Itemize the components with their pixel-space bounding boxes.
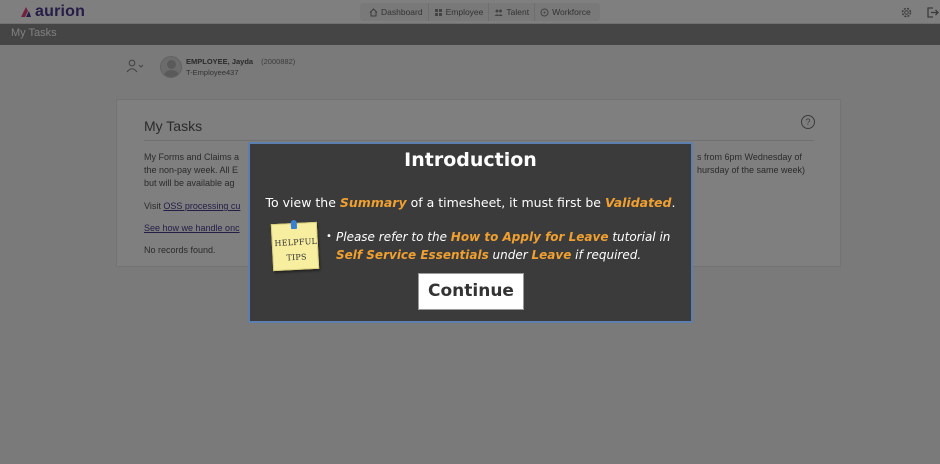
modal-instruction: To view the Summary of a timesheet, it m… (250, 195, 691, 210)
instruction-text: of a timesheet, it must first be (406, 195, 605, 210)
leave-highlight: Leave (531, 248, 572, 262)
tip-bullet: Please refer to the How to Apply for Lea… (326, 228, 686, 264)
validated-highlight: Validated (604, 195, 672, 210)
helpful-tips-note: HELPFUL TIPS (270, 219, 320, 272)
modal-title: Introduction (404, 149, 537, 171)
continue-button[interactable]: Continue (418, 273, 524, 310)
introduction-modal: Introduction To view the Summary of a ti… (248, 142, 693, 323)
pin-icon (290, 219, 298, 230)
tips-line1: HELPFUL (274, 236, 318, 249)
tips-line2: TIPS (286, 252, 307, 263)
self-service-highlight: Self Service Essentials (336, 248, 489, 262)
bullet-text: tutorial in (608, 230, 671, 244)
bullet-text: under (488, 248, 532, 262)
bullet-text: Please refer to the (336, 230, 451, 244)
tips-label: HELPFUL TIPS (272, 234, 320, 266)
instruction-text: To view the (265, 195, 340, 210)
bullet-text: if required. (571, 248, 642, 262)
how-to-apply-highlight: How to Apply for Leave (450, 230, 609, 244)
instruction-text: . (671, 195, 676, 210)
summary-highlight: Summary (339, 195, 407, 210)
